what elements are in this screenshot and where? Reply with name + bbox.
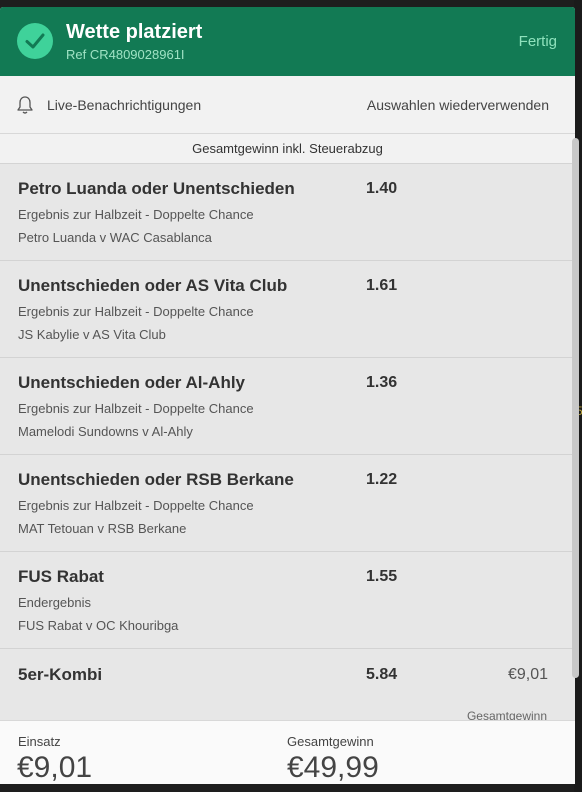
selection-market: Ergebnis zur Halbzeit - Doppelte Chance — [18, 498, 254, 513]
bell-icon[interactable] — [16, 95, 34, 120]
combo-name: 5er-Kombi — [18, 665, 103, 684]
combo-odds: 5.84 — [366, 666, 398, 683]
selection-odds: 1.61 — [366, 277, 398, 294]
total-winnings-value: €49,99 — [287, 751, 379, 784]
selection-odds: 1.22 — [366, 471, 398, 488]
selection-event: Mamelodi Sundowns v Al-Ahly — [18, 424, 193, 439]
receipt-header: Wette platziert Ref CR4809028961I Fertig — [0, 7, 575, 76]
selection-event: FUS Rabat v OC Khouribga — [18, 618, 179, 633]
selection-item: Unentschieden oder Al-Ahly 1.36 Ergebnis… — [0, 358, 575, 455]
selection-item: Petro Luanda oder Unentschieden 1.40 Erg… — [0, 164, 575, 261]
selection-market: Ergebnis zur Halbzeit - Doppelte Chance — [18, 304, 254, 319]
selection-name: FUS Rabat — [18, 567, 104, 586]
combo-bet-row: 5er-Kombi 5.84 €9,01 Gesamtgewinn — [0, 649, 575, 721]
selection-event: Petro Luanda v WAC Casablanca — [18, 230, 212, 245]
stake-label: Einsatz — [18, 734, 61, 749]
selection-market: Endergebnis — [18, 595, 91, 610]
selection-item: Unentschieden oder RSB Berkane 1.22 Erge… — [0, 455, 575, 552]
selection-odds: 1.36 — [366, 374, 398, 391]
receipt-footer: Einsatz €9,01 Gesamtgewinn €49,99 — [0, 720, 575, 784]
check-icon — [17, 23, 53, 59]
selection-name: Unentschieden oder AS Vita Club — [18, 276, 288, 295]
selection-event: JS Kabylie v AS Vita Club — [18, 327, 166, 342]
receipt-reference: Ref CR4809028961I — [66, 47, 185, 62]
selection-name: Unentschieden oder RSB Berkane — [18, 470, 294, 489]
selection-odds: 1.40 — [366, 180, 398, 197]
options-bar: Live-Benachrichtigungen Auswahlen wieder… — [0, 76, 575, 134]
selections-list[interactable]: Gesamtgewinn inkl. Steuerabzug Petro Lua… — [0, 134, 575, 721]
selection-market: Ergebnis zur Halbzeit - Doppelte Chance — [18, 207, 254, 222]
total-winnings-label: Gesamtgewinn — [287, 734, 374, 749]
reuse-selections-button[interactable]: Auswahlen wiederverwenden — [367, 97, 549, 113]
stake-value: €9,01 — [17, 751, 93, 784]
combo-stake: €9,01 — [507, 666, 548, 683]
live-notifications-toggle[interactable]: Live-Benachrichtigungen — [47, 97, 201, 113]
selection-market: Ergebnis zur Halbzeit - Doppelte Chance — [18, 401, 254, 416]
selection-event: MAT Tetouan v RSB Berkane — [18, 521, 187, 536]
done-button[interactable]: Fertig — [519, 33, 557, 50]
selection-odds: 1.55 — [366, 568, 398, 585]
selection-name: Petro Luanda oder Unentschieden — [18, 179, 295, 198]
total-winnings-note: Gesamtgewinn inkl. Steuerabzug — [0, 134, 575, 164]
scrollbar[interactable] — [572, 138, 579, 678]
selection-item: Unentschieden oder AS Vita Club 1.61 Erg… — [0, 261, 575, 358]
selection-item: FUS Rabat 1.55 Endergebnis FUS Rabat v O… — [0, 552, 575, 649]
selection-name: Unentschieden oder Al-Ahly — [18, 373, 246, 392]
receipt-title: Wette platziert — [66, 21, 203, 43]
